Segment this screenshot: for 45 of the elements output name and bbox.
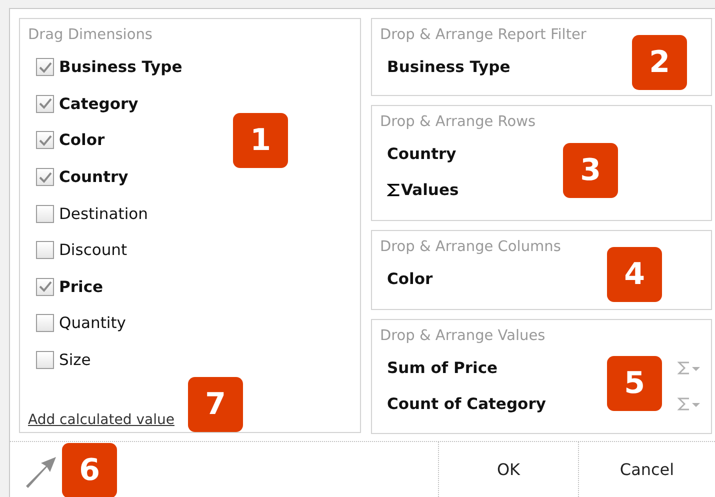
panel-title: Drop & Arrange Values — [380, 328, 546, 346]
field-label: Business Type — [59, 58, 182, 76]
checkbox[interactable] — [36, 168, 54, 186]
panel-title: Drop & Arrange Columns — [380, 239, 562, 257]
field-label[interactable]: Count of Category — [387, 395, 546, 413]
field-label[interactable]: Sum of Price — [387, 359, 498, 377]
checkbox[interactable] — [36, 131, 54, 150]
field-label: Color — [59, 131, 105, 150]
field-label: Discount — [59, 241, 128, 260]
field-label[interactable]: Values — [401, 181, 459, 199]
number-badge: 2 — [632, 35, 687, 90]
check-icon — [38, 281, 52, 292]
panel-title: Drop & Arrange Rows — [380, 114, 537, 132]
field-label: Size — [59, 351, 91, 370]
sigma-icon — [387, 183, 401, 197]
sigma-dropdown-icon[interactable] — [677, 397, 701, 411]
number-badge: 3 — [563, 143, 618, 198]
checkbox[interactable] — [36, 94, 54, 113]
check-icon — [38, 134, 52, 146]
checkbox[interactable] — [36, 278, 54, 296]
field-label: Quantity — [59, 314, 126, 332]
checkbox[interactable] — [36, 58, 54, 76]
field-label[interactable]: Country — [387, 145, 456, 163]
sigma-dropdown-icon[interactable] — [677, 361, 701, 375]
field-label: Country — [59, 168, 128, 186]
field-label[interactable]: Color — [387, 270, 433, 288]
checkbox[interactable] — [36, 241, 54, 260]
number-badge: 6 — [62, 443, 117, 497]
check-icon — [38, 98, 52, 110]
add-calculated-value-link[interactable]: Add calculated value — [28, 412, 174, 428]
field-label[interactable]: Business Type — [387, 58, 510, 76]
check-icon — [38, 172, 52, 183]
number-badge: 1 — [233, 113, 288, 168]
panel-title: Drop & Arrange Report Filter — [380, 27, 588, 45]
number-badge: 7 — [188, 377, 243, 432]
field-label: Category — [59, 94, 138, 113]
checkbox[interactable] — [36, 204, 54, 223]
check-icon — [38, 62, 52, 73]
field-label: Destination — [59, 204, 148, 223]
checkbox[interactable] — [36, 351, 54, 370]
panel-title: Drag Dimensions — [28, 27, 154, 45]
field-label: Price — [59, 278, 104, 296]
number-badge: 5 — [607, 356, 662, 411]
number-badge: 4 — [607, 247, 662, 302]
checkbox[interactable] — [36, 314, 54, 332]
